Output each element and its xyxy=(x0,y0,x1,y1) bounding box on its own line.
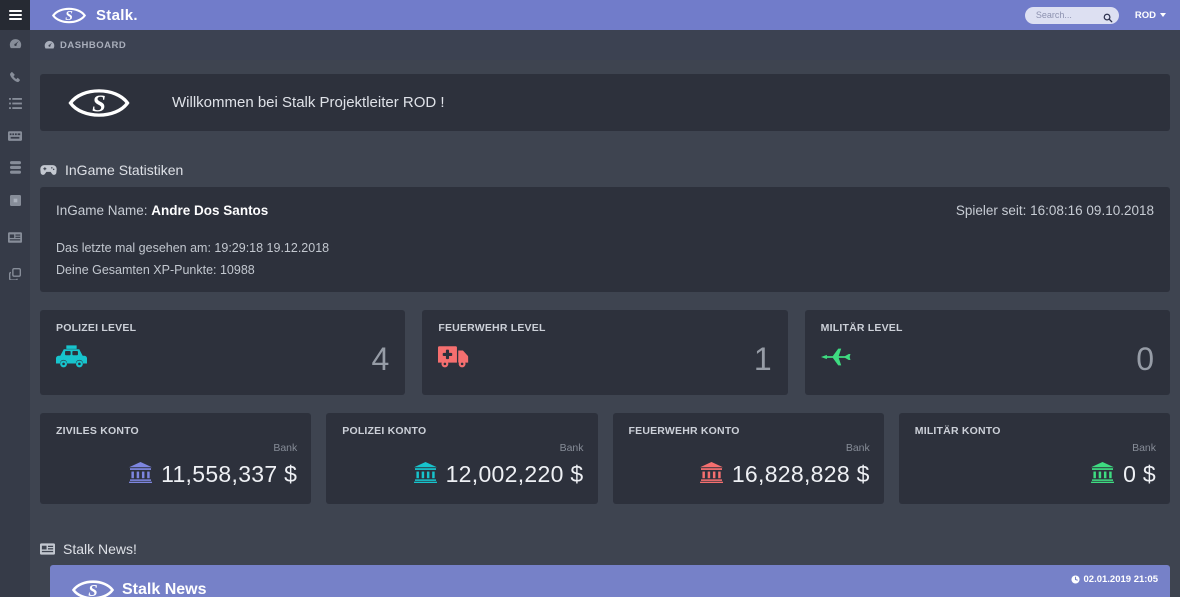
hamburger-icon xyxy=(9,8,22,22)
news-section-header: Stalk News! xyxy=(40,541,1170,557)
breadcrumb: DASHBOARD xyxy=(30,30,1180,60)
brand-name: Stalk. xyxy=(96,7,138,24)
news-panel-title: Stalk News xyxy=(122,581,206,597)
player-since: Spieler seit: 16:08:16 09.10.2018 xyxy=(956,203,1154,218)
search-input[interactable] xyxy=(1025,10,1095,20)
gamepad-icon xyxy=(40,164,57,176)
top-navbar: S Stalk. ROD xyxy=(0,0,1180,30)
sidebar-item-phone[interactable] xyxy=(0,72,30,84)
ingame-name: InGame Name: Andre Dos Santos xyxy=(56,203,268,218)
ingame-stats-panel: InGame Name: Andre Dos Santos Spieler se… xyxy=(40,187,1170,292)
clock-icon xyxy=(1071,575,1080,584)
search-icon[interactable] xyxy=(1103,10,1113,28)
news-panel-header: S Stalk News 02.01.2019 21:05 xyxy=(50,565,1170,597)
militaer-level-card: MILITÄR LEVEL 0 xyxy=(805,310,1170,395)
user-dropdown[interactable]: ROD xyxy=(1135,10,1166,21)
ingame-name-value: Andre Dos Santos xyxy=(151,203,268,218)
newspaper-icon xyxy=(40,543,55,555)
sidebar-item-box[interactable] xyxy=(0,195,30,206)
welcome-panel: S Willkommen bei Stalk Projektleiter ROD… xyxy=(40,74,1170,131)
account-amount: 12,002,220 $ xyxy=(446,461,584,488)
phone-icon xyxy=(9,72,21,84)
bank-label: Bank xyxy=(915,442,1156,454)
level-card-label: POLIZEI LEVEL xyxy=(56,322,389,334)
svg-text:S: S xyxy=(88,581,97,597)
sidebar-item-keyboard[interactable] xyxy=(0,131,30,141)
sidebar xyxy=(0,30,30,597)
news-section-title: Stalk News! xyxy=(63,541,137,557)
ambulance-icon xyxy=(438,345,469,374)
welcome-message: Willkommen bei Stalk Projektleiter ROD ! xyxy=(172,94,445,111)
bank-icon xyxy=(129,462,152,488)
sidebar-item-dashboard[interactable] xyxy=(0,38,30,50)
dashboard-breadcrumb-icon xyxy=(44,40,55,50)
search-box xyxy=(1025,7,1119,24)
polizei-level-card: POLIZEI LEVEL 4 xyxy=(40,310,405,395)
clone-icon xyxy=(9,268,21,280)
list-icon xyxy=(9,98,22,109)
account-cards-row: ZIVILES KONTO Bank 11,558,337 $ POLIZEI … xyxy=(40,413,1170,504)
militaer-konto-card: MILITÄR KONTO Bank 0 $ xyxy=(899,413,1170,504)
account-card-label: FEUERWEHR KONTO xyxy=(629,425,870,437)
feuerwehr-level-card: FEUERWEHR LEVEL 1 xyxy=(422,310,787,395)
sidebar-item-newspaper[interactable] xyxy=(0,232,30,243)
bank-icon xyxy=(700,462,723,488)
brand[interactable]: S Stalk. xyxy=(52,5,138,26)
database-icon xyxy=(10,161,21,174)
account-amount: 11,558,337 $ xyxy=(161,461,297,488)
sidebar-item-clone[interactable] xyxy=(0,268,30,280)
bank-icon xyxy=(414,462,437,488)
stats-section-title: InGame Statistiken xyxy=(65,162,183,178)
xp-points: Deine Gesamten XP-Punkte: 10988 xyxy=(56,263,1154,277)
bank-icon xyxy=(1091,462,1114,488)
newspaper-icon xyxy=(8,232,22,243)
stalk-eye-logo-icon: S xyxy=(72,577,114,597)
sidebar-item-list[interactable] xyxy=(0,98,30,109)
account-card-label: ZIVILES KONTO xyxy=(56,425,297,437)
user-name: ROD xyxy=(1135,10,1156,21)
dashboard-icon xyxy=(9,38,22,50)
stats-section-header: InGame Statistiken xyxy=(40,162,1170,178)
chevron-down-icon xyxy=(1160,13,1166,17)
level-card-label: FEUERWEHR LEVEL xyxy=(438,322,771,334)
bank-label: Bank xyxy=(342,442,583,454)
keyboard-icon xyxy=(8,131,22,141)
fighter-jet-icon xyxy=(821,346,853,373)
last-seen: Das letzte mal gesehen am: 19:29:18 19.1… xyxy=(56,241,1154,255)
level-value: 4 xyxy=(372,343,390,375)
breadcrumb-label: DASHBOARD xyxy=(60,40,126,51)
account-amount: 16,828,828 $ xyxy=(732,461,870,488)
svg-text:S: S xyxy=(65,8,73,23)
ziviles-konto-card: ZIVILES KONTO Bank 11,558,337 $ xyxy=(40,413,311,504)
level-value: 1 xyxy=(754,343,772,375)
level-value: 0 xyxy=(1136,343,1154,375)
bank-label: Bank xyxy=(629,442,870,454)
polizei-konto-card: POLIZEI KONTO Bank 12,002,220 $ xyxy=(326,413,597,504)
level-card-label: MILITÄR LEVEL xyxy=(821,322,1154,334)
sidebar-item-database[interactable] xyxy=(0,161,30,174)
taxi-icon xyxy=(56,345,87,374)
account-amount: 0 $ xyxy=(1123,461,1156,488)
account-card-label: POLIZEI KONTO xyxy=(342,425,583,437)
svg-text:S: S xyxy=(92,90,106,117)
feuerwehr-konto-card: FEUERWEHR KONTO Bank 16,828,828 $ xyxy=(613,413,884,504)
box-icon xyxy=(10,195,21,206)
navbar-main: S Stalk. ROD xyxy=(30,0,1180,30)
level-cards-row: POLIZEI LEVEL 4 FEUERWEHR LEVEL 1 xyxy=(40,310,1170,395)
bank-label: Bank xyxy=(56,442,297,454)
account-card-label: MILITÄR KONTO xyxy=(915,425,1156,437)
sidebar-toggle-button[interactable] xyxy=(0,0,30,30)
news-timestamp: 02.01.2019 21:05 xyxy=(1071,574,1158,585)
stalk-eye-logo-icon: S xyxy=(52,5,86,26)
stalk-eye-logo-icon: S xyxy=(68,84,130,122)
